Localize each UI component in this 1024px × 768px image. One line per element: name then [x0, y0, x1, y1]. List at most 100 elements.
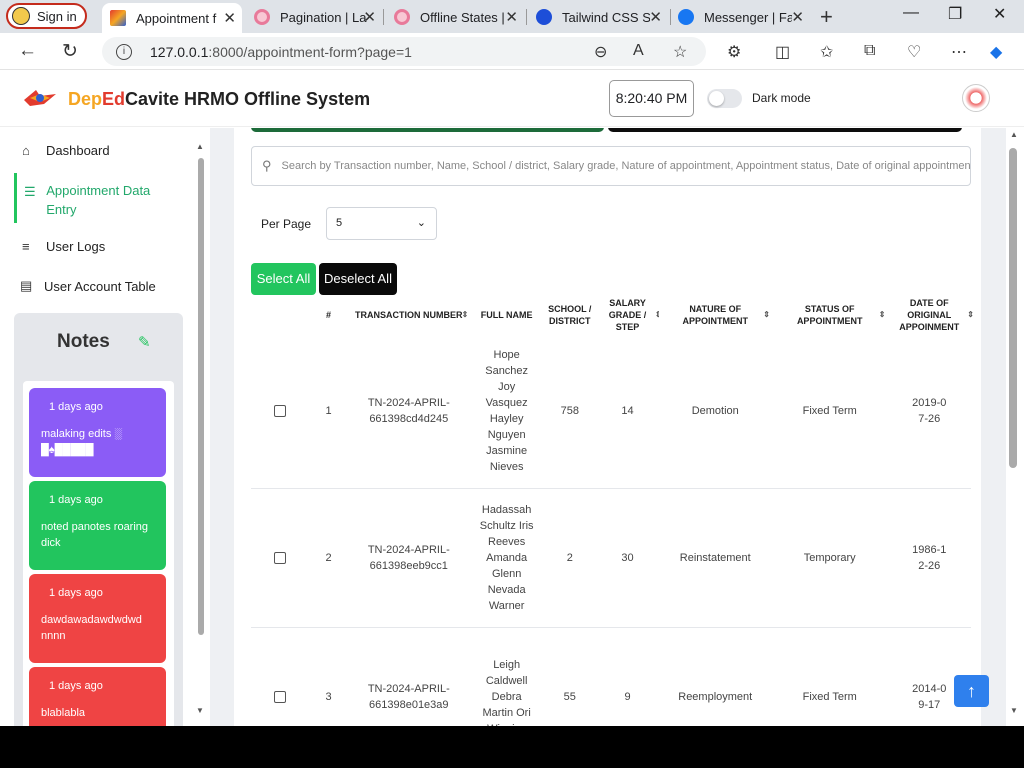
- sidebar-item-appointment[interactable]: ☰ Appointment Data Entry: [24, 181, 174, 219]
- header-label: NATURE OF APPOINTMENT: [682, 304, 748, 326]
- cell-full-name: Hope Sanchez Joy Vasquez Hayley Nguyen J…: [470, 334, 544, 489]
- url-path: :8000/appointment-form?page=1: [208, 43, 412, 60]
- copilot-icon[interactable]: ◆: [990, 42, 1002, 62]
- close-tab-icon[interactable]: ✕: [791, 8, 804, 26]
- toggle-knob: [709, 91, 724, 106]
- collections-icon[interactable]: ⧉: [864, 42, 875, 60]
- appointments-table: # TRANSACTION NUMBER ⇕ FULL NAME SCHOOL /…: [251, 296, 974, 726]
- sign-in-button[interactable]: Sign in: [6, 3, 87, 29]
- note-text: malaking edits ░ █♠█████: [41, 428, 123, 456]
- table-row[interactable]: 2 TN-2024-APRIL-661398eeb9cc1 Hadassah S…: [251, 488, 971, 628]
- home-icon: ⌂: [22, 143, 30, 158]
- sidebar-scroll-down-icon[interactable]: ▼: [196, 706, 204, 715]
- page-scroll-up-icon[interactable]: ▲: [1010, 130, 1018, 139]
- header-full-name[interactable]: FULL NAME: [470, 296, 544, 334]
- note-card[interactable]: 1 days ago blablabla: [29, 667, 166, 726]
- page-scrollbar[interactable]: [1009, 148, 1017, 468]
- select-all-button[interactable]: Select All: [251, 263, 316, 295]
- tab-tailwind[interactable]: Tailwind CSS Sc ✕: [528, 3, 668, 31]
- close-window-icon[interactable]: ✕: [993, 4, 1006, 24]
- sidebar-item-label: Appointment Data Entry: [46, 183, 151, 217]
- sort-icon[interactable]: ⇕: [763, 309, 770, 321]
- note-card[interactable]: 1 days ago dawdawadawdwdwd nnnn: [29, 574, 166, 663]
- table-row[interactable]: 1 TN-2024-APRIL-661398cd4d245 Hope Sanch…: [251, 334, 971, 489]
- search-input[interactable]: ⚲ Search by Transaction number, Name, Sc…: [251, 146, 971, 186]
- header-checkbox: [251, 296, 310, 334]
- cell-school-district: 55: [543, 627, 597, 726]
- tab-divider: [383, 9, 384, 25]
- header-nature-of-appointment[interactable]: NATURE OF APPOINTMENT ⇕: [658, 296, 772, 334]
- row-checkbox-cell: [251, 488, 310, 628]
- cell-transaction-number: TN-2024-APRIL-661398e01e3a9: [347, 627, 471, 726]
- scroll-to-top-button[interactable]: ↑: [954, 675, 989, 707]
- notes-list: 1 days ago malaking edits ░ █♠█████ 1 da…: [23, 381, 174, 726]
- header-label: SALARY GRADE / STEP: [608, 298, 647, 332]
- back-icon[interactable]: ←: [18, 40, 37, 62]
- tab-offline-states[interactable]: Offline States | ✕: [386, 3, 524, 31]
- sort-icon[interactable]: ⇕: [967, 309, 974, 321]
- performance-icon[interactable]: ♡: [907, 42, 921, 62]
- close-tab-icon[interactable]: ✕: [223, 9, 236, 27]
- note-time: 1 days ago: [49, 401, 103, 413]
- extensions-icon[interactable]: ⚙: [727, 42, 741, 62]
- cell-status: Temporary: [771, 488, 888, 628]
- row-checkbox[interactable]: [274, 690, 287, 703]
- sidebar-scroll-up-icon[interactable]: ▲: [196, 142, 204, 151]
- sidebar-item-user-account-table[interactable]: ▤ User Account Table: [20, 278, 156, 294]
- restore-icon[interactable]: ❐: [948, 4, 962, 24]
- tab-title: Messenger | Fa: [704, 9, 792, 25]
- refresh-icon[interactable]: ↻: [62, 40, 78, 63]
- sidebar-scrollbar[interactable]: [198, 158, 204, 635]
- url-field[interactable]: i 127.0.0.1:8000/appointment-form?page=1: [102, 37, 706, 66]
- info-icon[interactable]: i: [116, 43, 132, 60]
- close-tab-icon[interactable]: ✕: [363, 8, 376, 26]
- note-card[interactable]: 1 days ago malaking edits ░ █♠█████: [29, 388, 166, 477]
- per-page-label: Per Page: [261, 217, 312, 231]
- sort-icon[interactable]: ⇕: [879, 309, 886, 321]
- close-tab-icon[interactable]: ✕: [649, 8, 662, 26]
- edit-pen-icon[interactable]: ✎: [138, 333, 151, 351]
- new-tab-icon[interactable]: +: [820, 4, 833, 30]
- deped-favicon-icon: [110, 10, 126, 26]
- read-aloud-icon[interactable]: A: [633, 42, 644, 60]
- url-host: 127.0.0.1: [150, 43, 209, 60]
- tab-appointment[interactable]: Appointment f ✕: [102, 3, 242, 33]
- tab-title: Tailwind CSS Sc: [562, 9, 650, 25]
- header-num[interactable]: #: [309, 296, 348, 334]
- dark-mode-toggle[interactable]: [707, 89, 742, 108]
- header-date-of-original-appointment[interactable]: DATE OF ORIGINAL APPOINMENT ⇕: [887, 296, 974, 334]
- deselect-all-button[interactable]: Deselect All: [319, 263, 397, 295]
- user-avatar[interactable]: [962, 84, 990, 112]
- close-tab-icon[interactable]: ✕: [505, 8, 518, 26]
- minimize-icon[interactable]: —: [903, 4, 919, 22]
- more-icon[interactable]: ⋯: [951, 42, 967, 62]
- row-checkbox[interactable]: [274, 404, 287, 417]
- split-screen-icon[interactable]: ◫: [775, 42, 790, 62]
- sidebar-item-user-logs[interactable]: ≡ User Logs: [22, 239, 105, 254]
- cell-num: 2: [309, 488, 348, 628]
- favorites-icon[interactable]: ✩: [820, 42, 833, 62]
- tab-strip: Sign in Appointment f ✕ Pagination | La …: [0, 0, 1024, 33]
- tab-pagination[interactable]: Pagination | La ✕: [246, 3, 382, 31]
- zoom-icon[interactable]: ⊖: [594, 42, 607, 62]
- header-transaction-number[interactable]: TRANSACTION NUMBER ⇕: [347, 296, 471, 334]
- cell-date: 1986-12-26: [887, 488, 971, 628]
- cell-nature: Reemployment: [658, 627, 772, 726]
- header-school-district[interactable]: SCHOOL / DISTRICT: [543, 296, 597, 334]
- black-action-button[interactable]: [608, 128, 962, 132]
- favorite-star-icon[interactable]: ☆: [673, 42, 687, 62]
- row-checkbox[interactable]: [274, 551, 287, 564]
- header-status-of-appointment[interactable]: STATUS OF APPOINTMENT ⇕: [771, 296, 888, 334]
- sidebar-item-dashboard[interactable]: ⌂ Dashboard: [22, 143, 110, 158]
- cell-full-name: Hadassah Schultz Iris Reeves Amanda Glen…: [470, 488, 544, 628]
- note-card[interactable]: 1 days ago noted panotes roaring dick: [29, 481, 166, 570]
- page-scroll-down-icon[interactable]: ▼: [1010, 706, 1018, 715]
- notes-panel: Notes ✎ 1 days ago malaking edits ░ █♠██…: [14, 313, 183, 726]
- sort-icon[interactable]: ⇕: [462, 309, 469, 321]
- per-page-select[interactable]: 5 ⌄: [326, 207, 437, 240]
- green-action-button[interactable]: [251, 128, 604, 132]
- table-row[interactable]: 3 TN-2024-APRIL-661398e01e3a9 Leigh Cald…: [251, 627, 971, 726]
- tab-messenger[interactable]: Messenger | Fa ✕: [670, 3, 810, 31]
- header-salary-grade[interactable]: SALARY GRADE / STEP⇕: [596, 296, 662, 334]
- chevron-down-icon: ⌄: [416, 217, 426, 229]
